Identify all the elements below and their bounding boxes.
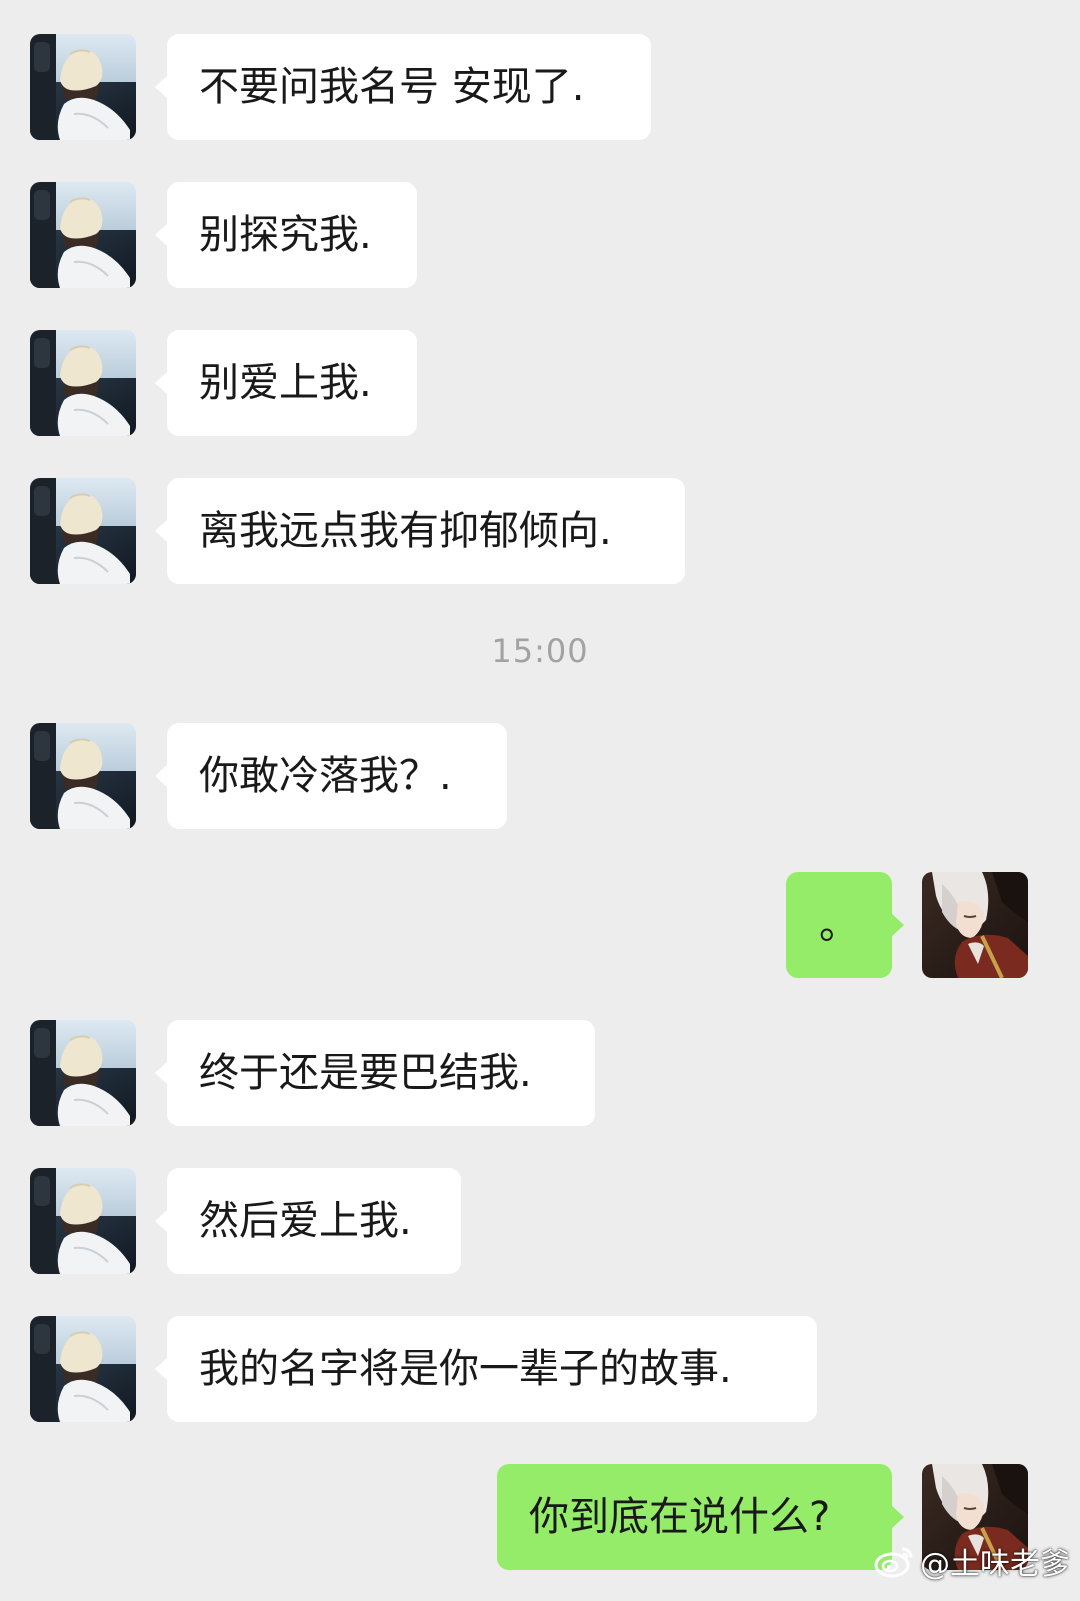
contact-avatar[interactable] [30,330,136,436]
message-text: 离我远点我有抑郁倾向. [199,508,612,554]
contact-avatar[interactable] [30,478,136,584]
contact-avatar[interactable] [30,1168,136,1274]
message-text: 不要问我名号 安现了. [199,64,585,110]
message-bubble[interactable]: 。 [786,872,904,978]
message-bubble[interactable]: 离我远点我有抑郁倾向. [155,478,685,584]
message-text: 然后爱上我. [199,1198,412,1244]
message-text: 。 [819,902,859,948]
self-avatar[interactable] [922,872,1028,978]
message-text: 你到底在说什么? [529,1494,831,1540]
message-text: 终于还是要巴结我. [199,1050,532,1096]
contact-avatar[interactable] [30,1316,136,1422]
watermark-text: @土味老爹 [920,1547,1070,1582]
contact-avatar[interactable] [30,182,136,288]
message-bubble[interactable]: 然后爱上我. [155,1168,461,1274]
message-bubble[interactable]: 别爱上我. [155,330,417,436]
contact-avatar[interactable] [30,34,136,140]
message-bubble[interactable]: 不要问我名号 安现了. [155,34,651,140]
message-bubble[interactable]: 我的名字将是你一辈子的故事. [155,1316,817,1422]
message-bubble[interactable]: 别探究我. [155,182,417,288]
message-timestamp: 15:00 [491,632,589,670]
message-text: 你敢冷落我？. [199,753,452,799]
message-bubble[interactable]: 你敢冷落我？. [155,723,507,829]
weibo-watermark: @土味老爹 [872,1539,1070,1583]
chat-window: 不要问我名号 安现了. 别探究我. 别爱上我. 离我远点我有抑郁倾向. 15:0… [0,0,1080,1601]
weibo-icon [874,1547,913,1578]
message-text: 我的名字将是你一辈子的故事. [199,1346,732,1392]
message-text: 别爱上我. [199,360,372,406]
message-text: 别探究我. [199,212,372,258]
contact-avatar[interactable] [30,723,136,829]
message-bubble[interactable]: 你到底在说什么? [497,1464,904,1570]
contact-avatar[interactable] [30,1020,136,1126]
message-bubble[interactable]: 终于还是要巴结我. [155,1020,595,1126]
